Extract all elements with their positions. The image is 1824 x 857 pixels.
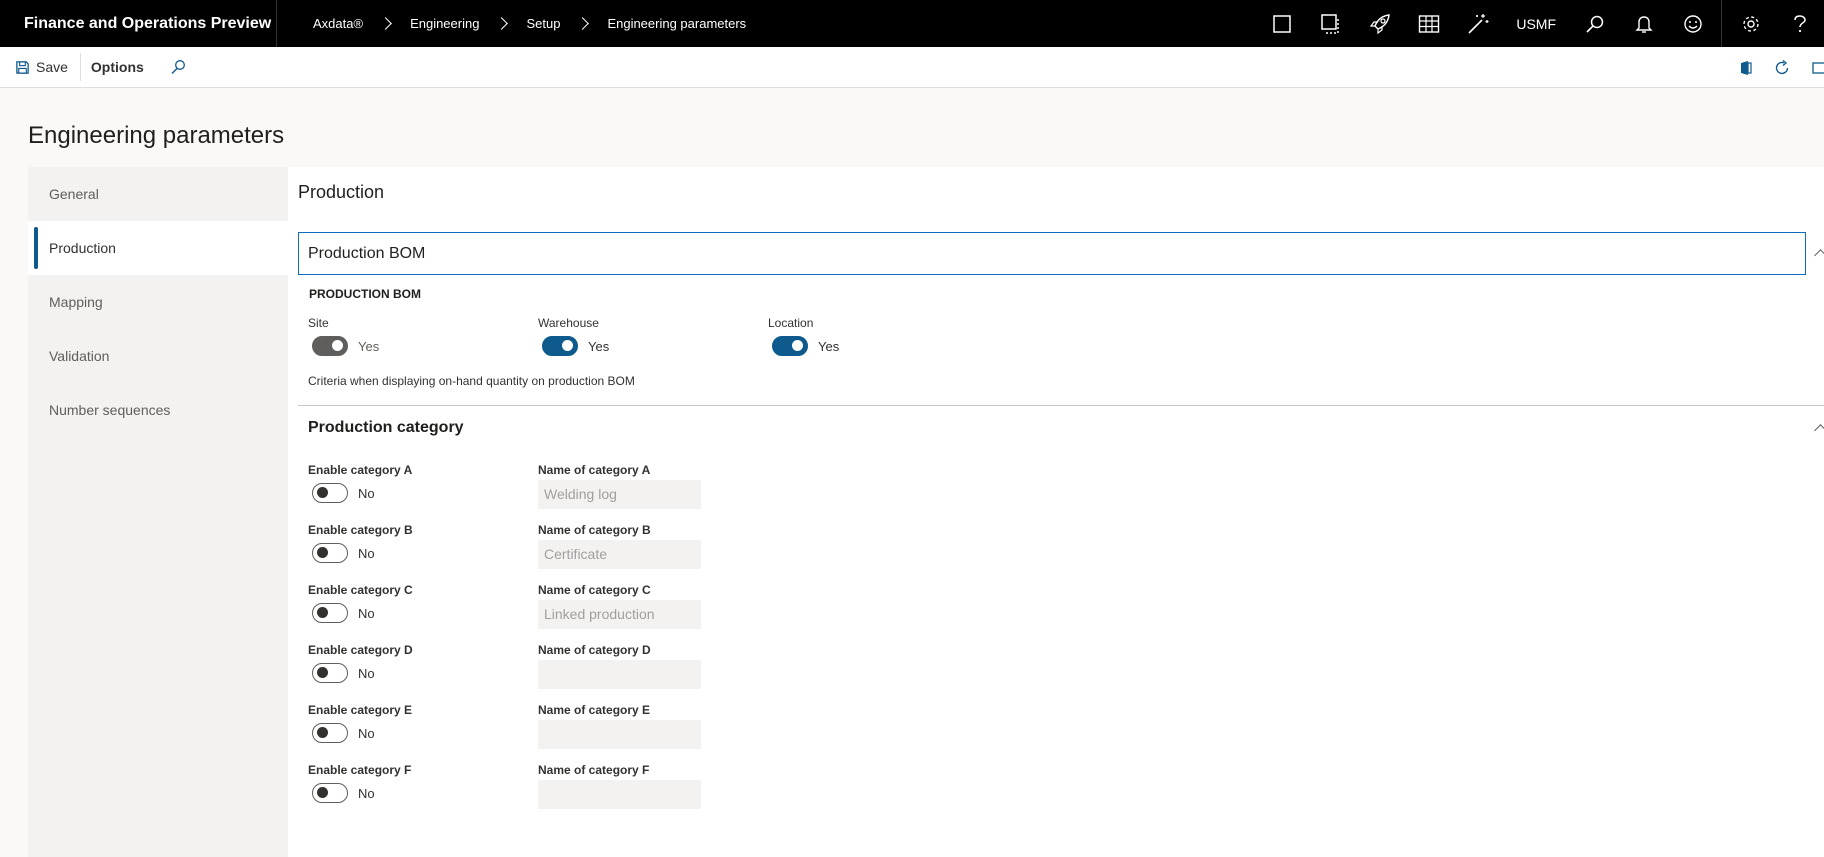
enable-category-d-toggle[interactable]: [312, 663, 348, 683]
app-title[interactable]: Finance and Operations Preview: [0, 0, 277, 47]
enable-category-c-label: Enable category C: [308, 583, 413, 597]
enable-category-b-label: Enable category B: [308, 523, 413, 537]
name-category-d-input[interactable]: [538, 660, 701, 689]
name-category-a-input[interactable]: Welding log: [538, 480, 701, 509]
magic-wand-icon[interactable]: [1453, 0, 1502, 47]
refresh-icon[interactable]: [1764, 59, 1800, 77]
warehouse-label: Warehouse: [538, 316, 599, 330]
smiley-icon[interactable]: [1668, 0, 1717, 47]
save-button[interactable]: Save: [0, 47, 80, 88]
name-category-c-label: Name of category C: [538, 583, 651, 597]
warehouse-value: Yes: [588, 339, 610, 354]
gear-icon[interactable]: [1726, 0, 1775, 47]
fasttab-separator: [298, 405, 1824, 406]
search-icon: [171, 60, 185, 74]
top-navigation-bar: Finance and Operations Preview Axdata® E…: [0, 0, 1824, 47]
rocket-icon[interactable]: [1355, 0, 1404, 47]
name-category-a-label: Name of category A: [538, 463, 651, 477]
location-label: Location: [768, 316, 814, 330]
name-category-e-label: Name of category E: [538, 703, 651, 717]
search-icon[interactable]: [1570, 0, 1619, 47]
page-title: Engineering parameters: [28, 122, 285, 149]
name-category-c-input[interactable]: Linked production: [538, 600, 701, 629]
tab-mapping[interactable]: Mapping: [28, 275, 288, 329]
square-icon[interactable]: [1257, 0, 1306, 47]
chevron-up-icon[interactable]: [1814, 249, 1824, 262]
tab-validation[interactable]: Validation: [28, 329, 288, 383]
enable-category-b-toggle[interactable]: [312, 543, 348, 563]
toggle-knob: [317, 487, 328, 498]
enable-category-b-value: No: [358, 546, 375, 561]
tab-general[interactable]: General: [28, 167, 288, 221]
enable-category-a-toggle[interactable]: [312, 483, 348, 503]
office-icon[interactable]: [1728, 60, 1764, 76]
toggle-knob: [792, 340, 803, 351]
toggle-knob: [332, 340, 343, 351]
split-window-icon[interactable]: [1306, 0, 1355, 47]
chevron-up-icon[interactable]: [1814, 424, 1824, 437]
toggle-knob: [317, 547, 328, 558]
name-category-f-label: Name of category F: [538, 763, 650, 777]
top-icon-bar: USMF: [1257, 0, 1824, 47]
location-value: Yes: [818, 339, 840, 354]
name-category-e-input[interactable]: [538, 720, 701, 749]
toggle-knob: [317, 607, 328, 618]
name-category-b-label: Name of category B: [538, 523, 651, 537]
enable-category-c-value: No: [358, 606, 375, 621]
company-selector[interactable]: USMF: [1502, 16, 1570, 32]
enable-category-f-toggle[interactable]: [312, 783, 348, 803]
group-label: PRODUCTION BOM: [309, 287, 421, 301]
chevron-right-icon: [379, 17, 392, 30]
grid-icon[interactable]: [1404, 0, 1453, 47]
breadcrumb-item-engineering[interactable]: Engineering: [410, 16, 479, 31]
enable-category-a-value: No: [358, 486, 375, 501]
breadcrumb-item-axdata[interactable]: Axdata®: [313, 16, 363, 31]
criteria-note: Criteria when displaying on-hand quantit…: [308, 374, 635, 388]
chevron-right-icon: [576, 17, 590, 30]
location-toggle[interactable]: [772, 336, 808, 356]
enable-category-e-toggle[interactable]: [312, 723, 348, 743]
vertical-tab-list: General Production Mapping Validation Nu…: [28, 167, 288, 857]
toggle-knob: [317, 727, 328, 738]
name-category-b-input[interactable]: Certificate: [538, 540, 701, 569]
warehouse-toggle[interactable]: [542, 336, 578, 356]
tab-number-sequences[interactable]: Number sequences: [28, 383, 288, 437]
enable-category-f-value: No: [358, 786, 375, 801]
fasttab-production-category[interactable]: Production category: [308, 419, 464, 437]
tab-production[interactable]: Production: [28, 221, 288, 275]
toggle-knob: [562, 340, 573, 351]
breadcrumb: Axdata® Engineering Setup Engineering pa…: [277, 16, 746, 31]
enable-category-c-toggle[interactable]: [312, 603, 348, 623]
save-icon: [16, 60, 29, 74]
help-icon[interactable]: [1775, 0, 1824, 47]
action-pane-right-icons: [1728, 47, 1824, 88]
enable-category-e-label: Enable category E: [308, 703, 413, 717]
breadcrumb-item-engineering-parameters: Engineering parameters: [607, 16, 747, 31]
toggle-knob: [317, 667, 328, 678]
chevron-right-icon: [495, 17, 509, 30]
enable-category-a-label: Enable category A: [308, 463, 413, 477]
fasttab-production-bom[interactable]: Production BOM: [298, 232, 1806, 275]
save-button-label: Save: [36, 59, 68, 75]
site-value: Yes: [358, 339, 380, 354]
action-search-button[interactable]: [162, 59, 194, 75]
name-category-d-label: Name of category D: [538, 643, 651, 657]
production-tab-panel: Production Production BOM PRODUCTION BOM…: [288, 167, 1824, 857]
enable-category-d-label: Enable category D: [308, 643, 413, 657]
site-toggle[interactable]: [312, 336, 348, 356]
open-in-new-icon[interactable]: [1800, 60, 1824, 76]
enable-category-f-label: Enable category F: [308, 763, 412, 777]
enable-category-d-value: No: [358, 666, 375, 681]
enable-category-e-value: No: [358, 726, 375, 741]
divider: [1721, 0, 1722, 47]
toggle-knob: [317, 787, 328, 798]
section-title: Production: [298, 182, 385, 202]
bell-icon[interactable]: [1619, 0, 1668, 47]
options-tab[interactable]: Options: [79, 53, 162, 81]
name-category-f-input[interactable]: [538, 780, 701, 809]
breadcrumb-item-setup[interactable]: Setup: [526, 16, 560, 31]
site-label: Site: [308, 316, 329, 330]
action-pane: Save Options: [0, 47, 1824, 88]
